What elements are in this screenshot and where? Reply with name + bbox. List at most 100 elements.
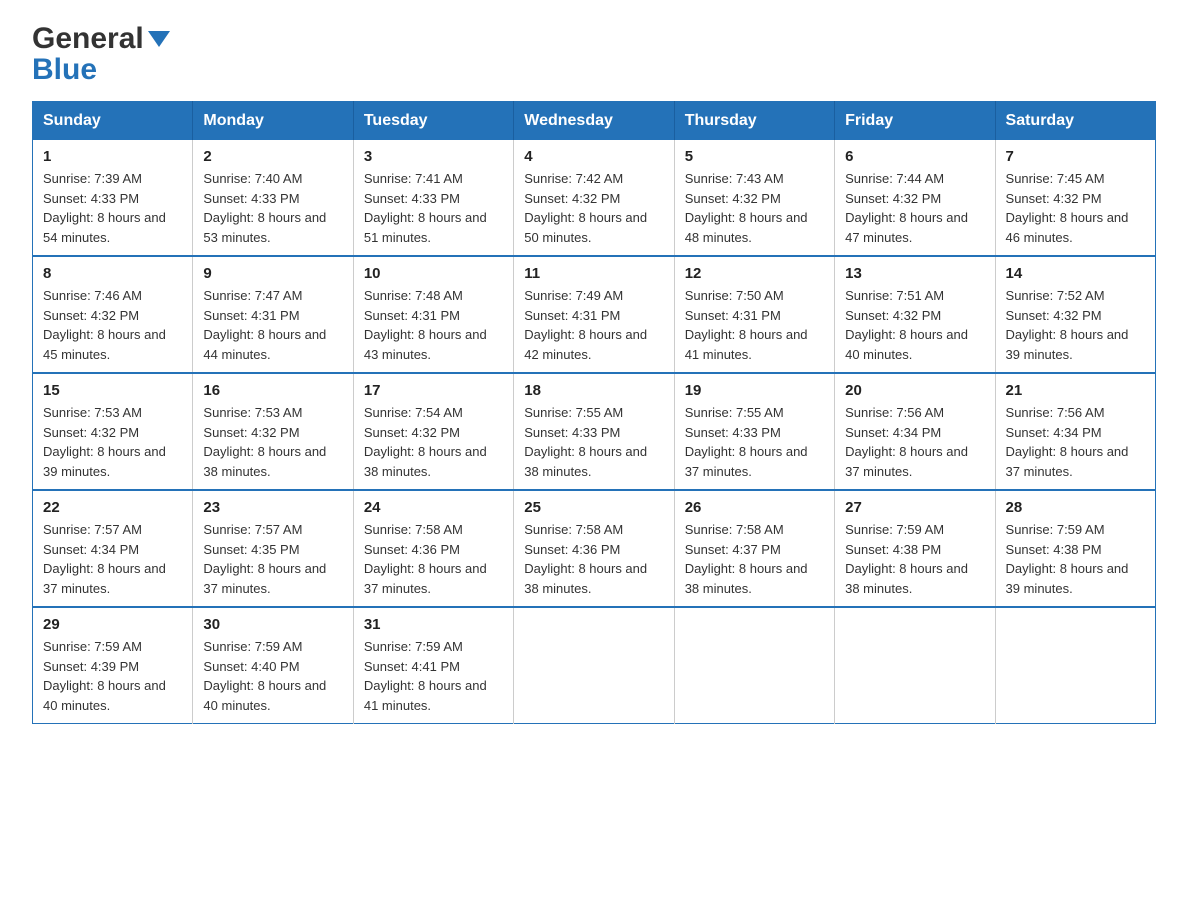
day-number: 22 — [43, 499, 182, 516]
calendar-cell: 21 Sunrise: 7:56 AM Sunset: 4:34 PM Dayl… — [995, 373, 1155, 490]
day-info: Sunrise: 7:54 AM Sunset: 4:32 PM Dayligh… — [364, 403, 503, 481]
calendar-cell: 2 Sunrise: 7:40 AM Sunset: 4:33 PM Dayli… — [193, 140, 353, 256]
day-info: Sunrise: 7:56 AM Sunset: 4:34 PM Dayligh… — [1006, 403, 1145, 481]
calendar-cell: 7 Sunrise: 7:45 AM Sunset: 4:32 PM Dayli… — [995, 140, 1155, 256]
calendar-cell — [674, 607, 834, 724]
day-info: Sunrise: 7:57 AM Sunset: 4:35 PM Dayligh… — [203, 520, 342, 598]
day-header-saturday: Saturday — [995, 102, 1155, 141]
day-number: 25 — [524, 499, 663, 516]
calendar-cell: 25 Sunrise: 7:58 AM Sunset: 4:36 PM Dayl… — [514, 490, 674, 607]
calendar-cell: 30 Sunrise: 7:59 AM Sunset: 4:40 PM Dayl… — [193, 607, 353, 724]
day-number: 18 — [524, 382, 663, 399]
calendar-cell: 19 Sunrise: 7:55 AM Sunset: 4:33 PM Dayl… — [674, 373, 834, 490]
day-number: 13 — [845, 265, 984, 282]
calendar-cell: 27 Sunrise: 7:59 AM Sunset: 4:38 PM Dayl… — [835, 490, 995, 607]
day-header-sunday: Sunday — [33, 102, 193, 141]
calendar-week-row: 8 Sunrise: 7:46 AM Sunset: 4:32 PM Dayli… — [33, 256, 1156, 373]
day-number: 12 — [685, 265, 824, 282]
day-info: Sunrise: 7:53 AM Sunset: 4:32 PM Dayligh… — [203, 403, 342, 481]
day-info: Sunrise: 7:41 AM Sunset: 4:33 PM Dayligh… — [364, 169, 503, 247]
calendar-cell: 1 Sunrise: 7:39 AM Sunset: 4:33 PM Dayli… — [33, 140, 193, 256]
day-info: Sunrise: 7:55 AM Sunset: 4:33 PM Dayligh… — [524, 403, 663, 481]
day-number: 1 — [43, 148, 182, 165]
day-info: Sunrise: 7:59 AM Sunset: 4:39 PM Dayligh… — [43, 637, 182, 715]
calendar-cell: 31 Sunrise: 7:59 AM Sunset: 4:41 PM Dayl… — [353, 607, 513, 724]
day-header-friday: Friday — [835, 102, 995, 141]
day-number: 24 — [364, 499, 503, 516]
day-number: 11 — [524, 265, 663, 282]
calendar-cell: 23 Sunrise: 7:57 AM Sunset: 4:35 PM Dayl… — [193, 490, 353, 607]
calendar-cell: 5 Sunrise: 7:43 AM Sunset: 4:32 PM Dayli… — [674, 140, 834, 256]
logo-general: General — [32, 22, 144, 55]
day-number: 14 — [1006, 265, 1145, 282]
day-number: 23 — [203, 499, 342, 516]
calendar-cell: 9 Sunrise: 7:47 AM Sunset: 4:31 PM Dayli… — [193, 256, 353, 373]
calendar-cell: 20 Sunrise: 7:56 AM Sunset: 4:34 PM Dayl… — [835, 373, 995, 490]
calendar-cell: 4 Sunrise: 7:42 AM Sunset: 4:32 PM Dayli… — [514, 140, 674, 256]
day-info: Sunrise: 7:58 AM Sunset: 4:36 PM Dayligh… — [364, 520, 503, 598]
day-info: Sunrise: 7:43 AM Sunset: 4:32 PM Dayligh… — [685, 169, 824, 247]
calendar-cell: 14 Sunrise: 7:52 AM Sunset: 4:32 PM Dayl… — [995, 256, 1155, 373]
day-number: 2 — [203, 148, 342, 165]
logo: General Blue — [32, 24, 170, 85]
day-number: 10 — [364, 265, 503, 282]
day-header-thursday: Thursday — [674, 102, 834, 141]
day-number: 28 — [1006, 499, 1145, 516]
calendar-cell: 16 Sunrise: 7:53 AM Sunset: 4:32 PM Dayl… — [193, 373, 353, 490]
calendar-header-row: SundayMondayTuesdayWednesdayThursdayFrid… — [33, 102, 1156, 141]
calendar-table: SundayMondayTuesdayWednesdayThursdayFrid… — [32, 101, 1156, 724]
day-header-wednesday: Wednesday — [514, 102, 674, 141]
calendar-cell — [835, 607, 995, 724]
calendar-cell: 29 Sunrise: 7:59 AM Sunset: 4:39 PM Dayl… — [33, 607, 193, 724]
calendar-cell: 3 Sunrise: 7:41 AM Sunset: 4:33 PM Dayli… — [353, 140, 513, 256]
day-info: Sunrise: 7:56 AM Sunset: 4:34 PM Dayligh… — [845, 403, 984, 481]
day-number: 4 — [524, 148, 663, 165]
page-header: General Blue — [32, 24, 1156, 85]
day-info: Sunrise: 7:53 AM Sunset: 4:32 PM Dayligh… — [43, 403, 182, 481]
calendar-body: 1 Sunrise: 7:39 AM Sunset: 4:33 PM Dayli… — [33, 140, 1156, 724]
calendar-cell: 11 Sunrise: 7:49 AM Sunset: 4:31 PM Dayl… — [514, 256, 674, 373]
day-info: Sunrise: 7:46 AM Sunset: 4:32 PM Dayligh… — [43, 286, 182, 364]
calendar-cell: 6 Sunrise: 7:44 AM Sunset: 4:32 PM Dayli… — [835, 140, 995, 256]
day-number: 15 — [43, 382, 182, 399]
day-number: 7 — [1006, 148, 1145, 165]
calendar-cell — [995, 607, 1155, 724]
logo-triangle-icon — [148, 27, 170, 49]
day-info: Sunrise: 7:40 AM Sunset: 4:33 PM Dayligh… — [203, 169, 342, 247]
day-number: 29 — [43, 616, 182, 633]
day-header-tuesday: Tuesday — [353, 102, 513, 141]
day-number: 27 — [845, 499, 984, 516]
day-info: Sunrise: 7:59 AM Sunset: 4:41 PM Dayligh… — [364, 637, 503, 715]
day-info: Sunrise: 7:55 AM Sunset: 4:33 PM Dayligh… — [685, 403, 824, 481]
calendar-cell: 13 Sunrise: 7:51 AM Sunset: 4:32 PM Dayl… — [835, 256, 995, 373]
calendar-week-row: 1 Sunrise: 7:39 AM Sunset: 4:33 PM Dayli… — [33, 140, 1156, 256]
day-info: Sunrise: 7:57 AM Sunset: 4:34 PM Dayligh… — [43, 520, 182, 598]
calendar-cell: 22 Sunrise: 7:57 AM Sunset: 4:34 PM Dayl… — [33, 490, 193, 607]
calendar-cell: 15 Sunrise: 7:53 AM Sunset: 4:32 PM Dayl… — [33, 373, 193, 490]
calendar-cell: 26 Sunrise: 7:58 AM Sunset: 4:37 PM Dayl… — [674, 490, 834, 607]
calendar-week-row: 29 Sunrise: 7:59 AM Sunset: 4:39 PM Dayl… — [33, 607, 1156, 724]
calendar-cell: 17 Sunrise: 7:54 AM Sunset: 4:32 PM Dayl… — [353, 373, 513, 490]
day-info: Sunrise: 7:59 AM Sunset: 4:38 PM Dayligh… — [845, 520, 984, 598]
day-info: Sunrise: 7:48 AM Sunset: 4:31 PM Dayligh… — [364, 286, 503, 364]
day-info: Sunrise: 7:45 AM Sunset: 4:32 PM Dayligh… — [1006, 169, 1145, 247]
day-number: 20 — [845, 382, 984, 399]
day-number: 6 — [845, 148, 984, 165]
day-number: 31 — [364, 616, 503, 633]
day-info: Sunrise: 7:44 AM Sunset: 4:32 PM Dayligh… — [845, 169, 984, 247]
day-info: Sunrise: 7:50 AM Sunset: 4:31 PM Dayligh… — [685, 286, 824, 364]
calendar-week-row: 15 Sunrise: 7:53 AM Sunset: 4:32 PM Dayl… — [33, 373, 1156, 490]
calendar-cell: 28 Sunrise: 7:59 AM Sunset: 4:38 PM Dayl… — [995, 490, 1155, 607]
day-number: 26 — [685, 499, 824, 516]
day-info: Sunrise: 7:59 AM Sunset: 4:38 PM Dayligh… — [1006, 520, 1145, 598]
day-number: 5 — [685, 148, 824, 165]
day-info: Sunrise: 7:49 AM Sunset: 4:31 PM Dayligh… — [524, 286, 663, 364]
day-header-monday: Monday — [193, 102, 353, 141]
day-info: Sunrise: 7:39 AM Sunset: 4:33 PM Dayligh… — [43, 169, 182, 247]
day-number: 19 — [685, 382, 824, 399]
calendar-cell: 18 Sunrise: 7:55 AM Sunset: 4:33 PM Dayl… — [514, 373, 674, 490]
day-number: 21 — [1006, 382, 1145, 399]
day-number: 9 — [203, 265, 342, 282]
logo-blue: Blue — [32, 55, 170, 85]
calendar-cell: 24 Sunrise: 7:58 AM Sunset: 4:36 PM Dayl… — [353, 490, 513, 607]
